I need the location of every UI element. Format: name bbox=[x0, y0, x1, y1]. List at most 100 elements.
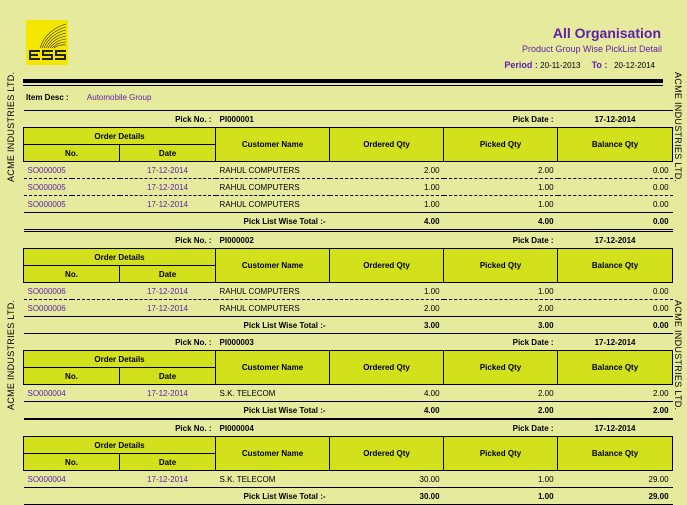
pick-date-label: Pick Date : bbox=[329, 110, 558, 128]
report-title: All Organisation bbox=[552, 25, 661, 41]
balance-qty-header: Balance Qty bbox=[557, 127, 674, 162]
order-details-header: Order Details bbox=[22, 127, 217, 145]
pick-date-value: 17-12-2014 bbox=[557, 110, 673, 128]
total-row: Pick List Wise Total :- 30.00 1.00 29.00 bbox=[23, 487, 673, 505]
total-label: Pick List Wise Total :- bbox=[23, 316, 330, 334]
pick-date-label: Pick Date : bbox=[329, 333, 558, 351]
total-ordered-qty: 4.00 bbox=[329, 401, 444, 419]
order-no-cell: SO000005 bbox=[23, 195, 120, 213]
period-to: 20-12-2014 bbox=[614, 61, 655, 70]
ordered-qty-header: Ordered Qty bbox=[329, 436, 445, 471]
total-ordered-qty: 30.00 bbox=[329, 487, 444, 505]
customer-name-cell: S.K. TELECOM bbox=[215, 470, 330, 488]
total-label: Pick List Wise Total :- bbox=[23, 401, 330, 419]
table-row: SO000005 17-12-2014 RAHUL COMPUTERS 2.00 2.0… bbox=[23, 161, 673, 179]
ordered-qty-cell: 30.00 bbox=[329, 470, 444, 488]
total-row: Pick List Wise Total :- 4.00 2.00 2.00 bbox=[23, 401, 673, 419]
balance-qty-header: Balance Qty bbox=[557, 248, 674, 283]
customer-name-cell: RAHUL COMPUTERS bbox=[215, 178, 330, 196]
side-text-right-2: ACME INDUSTRIES LTD. bbox=[673, 300, 683, 411]
pick-no-value: PI000004 bbox=[215, 419, 330, 437]
table-row: SO000005 17-12-2014 RAHUL COMPUTERS 1.00 1.0… bbox=[23, 195, 673, 213]
no-header: No. bbox=[23, 453, 120, 471]
picked-qty-cell: 2.00 bbox=[443, 161, 558, 179]
order-no-cell: SO000005 bbox=[23, 178, 120, 196]
pick-no-value: PI000002 bbox=[215, 231, 330, 249]
order-date-cell: 17-12-2014 bbox=[119, 178, 216, 196]
item-desc-value: Automobile Group bbox=[86, 93, 152, 102]
customer-name-header: Customer Name bbox=[215, 127, 331, 162]
to-label: To : bbox=[591, 60, 608, 70]
order-no-cell: SO000006 bbox=[23, 282, 120, 300]
picked-qty-header: Picked Qty bbox=[443, 127, 559, 162]
total-ordered-qty: 3.00 bbox=[329, 316, 444, 334]
ordered-qty-cell: 1.00 bbox=[329, 178, 444, 196]
total-label: Pick List Wise Total :- bbox=[23, 487, 330, 505]
customer-name-header: Customer Name bbox=[215, 436, 331, 471]
picked-qty-cell: 2.00 bbox=[443, 384, 558, 402]
picked-qty-cell: 1.00 bbox=[443, 195, 558, 213]
pick-header-row: Pick No. : PI000004 Pick Date :17-12-2014 bbox=[23, 419, 673, 437]
balance-qty-cell: 29.00 bbox=[557, 470, 673, 488]
item-desc-label: Item Desc : bbox=[26, 93, 69, 102]
total-balance-qty: 29.00 bbox=[557, 487, 673, 505]
period-label: Period : bbox=[504, 60, 538, 70]
balance-qty-cell: 2.00 bbox=[557, 384, 673, 402]
table-row: SO000006 17-12-2014 RAHUL COMPUTERS 2.00 2.0… bbox=[23, 299, 673, 317]
picklist-table: Pick No. : PI000004 Pick Date :17-12-2014 O… bbox=[22, 419, 674, 505]
order-no-cell: SO000004 bbox=[23, 384, 120, 402]
balance-qty-cell: 0.00 bbox=[557, 178, 673, 196]
ordered-qty-header: Ordered Qty bbox=[329, 350, 445, 385]
no-header: No. bbox=[23, 265, 120, 283]
pick-no-value: PI000003 bbox=[215, 333, 330, 351]
pick-no-label: Pick No. : bbox=[23, 333, 216, 351]
table-row: SO000004 17-12-2014 S.K. TELECOM 30.00 1.00 2… bbox=[23, 470, 673, 488]
ordered-qty-cell: 4.00 bbox=[329, 384, 444, 402]
company-logo bbox=[26, 20, 68, 65]
ordered-qty-cell: 2.00 bbox=[329, 161, 444, 179]
pick-date-label: Pick Date : bbox=[329, 231, 558, 249]
table-row: SO000004 17-12-2014 S.K. TELECOM 4.00 2.00 2.… bbox=[23, 384, 673, 402]
picked-qty-header: Picked Qty bbox=[443, 248, 559, 283]
side-text-right-1: ACME INDUSTRIES LTD. bbox=[673, 72, 683, 183]
picklist-table: Pick No. : PI000002 Pick Date :17-12-2014 O… bbox=[22, 231, 674, 334]
report-period: Period : 20-11-2013 To : 20-12-2014 bbox=[504, 60, 655, 70]
picked-qty-header: Picked Qty bbox=[443, 436, 559, 471]
ordered-qty-cell: 1.00 bbox=[329, 282, 444, 300]
table-row: SO000005 17-12-2014 RAHUL COMPUTERS 1.00 1.0… bbox=[23, 178, 673, 196]
table-row: SO000006 17-12-2014 RAHUL COMPUTERS 1.00 1.0… bbox=[23, 282, 673, 300]
total-label: Pick List Wise Total :- bbox=[23, 212, 330, 230]
item-desc: Item Desc : Automobile Group bbox=[26, 93, 151, 102]
total-picked-qty: 2.00 bbox=[443, 401, 558, 419]
order-no-cell: SO000006 bbox=[23, 299, 120, 317]
order-date-cell: 17-12-2014 bbox=[119, 282, 216, 300]
side-text-left-1: ACME INDUSTRIES LTD. bbox=[6, 71, 16, 182]
customer-name-cell: RAHUL COMPUTERS bbox=[215, 161, 330, 179]
picked-qty-cell: 1.00 bbox=[443, 178, 558, 196]
pick-header-row: Pick No. : PI000002 Pick Date :17-12-2014 bbox=[23, 231, 673, 249]
balance-qty-header: Balance Qty bbox=[557, 350, 674, 385]
total-ordered-qty: 4.00 bbox=[329, 212, 444, 230]
ordered-qty-header: Ordered Qty bbox=[329, 127, 445, 162]
pick-no-label: Pick No. : bbox=[23, 419, 216, 437]
order-date-cell: 17-12-2014 bbox=[119, 384, 216, 402]
total-row: Pick List Wise Total :- 3.00 3.00 0.00 bbox=[23, 316, 673, 334]
total-balance-qty: 0.00 bbox=[557, 316, 673, 334]
ordered-qty-cell: 1.00 bbox=[329, 195, 444, 213]
picklist-table: Pick No. : PI000001 Pick Date :17-12-2014 O… bbox=[22, 110, 674, 230]
order-details-header: Order Details bbox=[22, 436, 217, 454]
ordered-qty-header: Ordered Qty bbox=[329, 248, 445, 283]
pick-date-value: 17-12-2014 bbox=[557, 419, 673, 437]
total-balance-qty: 0.00 bbox=[557, 212, 673, 230]
pick-no-label: Pick No. : bbox=[23, 231, 216, 249]
pick-date-value: 17-12-2014 bbox=[557, 231, 673, 249]
picked-qty-cell: 1.00 bbox=[443, 470, 558, 488]
order-date-cell: 17-12-2014 bbox=[119, 299, 216, 317]
total-balance-qty: 2.00 bbox=[557, 401, 673, 419]
no-header: No. bbox=[23, 144, 120, 162]
picked-qty-cell: 2.00 bbox=[443, 299, 558, 317]
order-date-cell: 17-12-2014 bbox=[119, 195, 216, 213]
customer-name-header: Customer Name bbox=[215, 350, 331, 385]
customer-name-header: Customer Name bbox=[215, 248, 331, 283]
date-header: Date bbox=[118, 265, 217, 283]
